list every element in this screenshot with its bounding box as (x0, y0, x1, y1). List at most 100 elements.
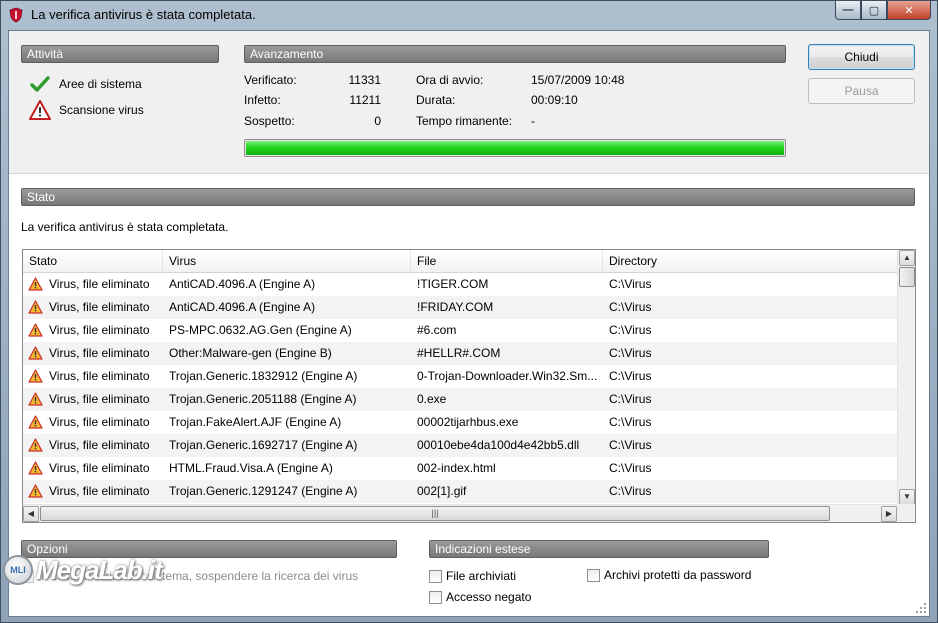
virus-warning-icon (28, 323, 43, 337)
archived-files-option[interactable]: File archiviati (429, 569, 516, 583)
status-cell: Virus, file eliminato (49, 438, 150, 452)
results-table: Stato Virus File Directory Virus, file e… (22, 249, 916, 523)
archived-files-checkbox[interactable] (429, 569, 442, 583)
maximize-icon: ▢ (868, 4, 880, 17)
file-cell: !TIGER.COM (417, 277, 489, 291)
suspect-label: Sospetto: (244, 114, 295, 128)
directory-cell: C:\Virus (609, 392, 652, 406)
scroll-down-arrow-icon[interactable]: ▼ (899, 489, 915, 505)
status-cell: Virus, file eliminato (49, 484, 150, 498)
column-header-status[interactable]: Stato (23, 250, 163, 273)
horizontal-scrollbar[interactable]: ◀ ||| ▶ (23, 504, 897, 522)
table-row[interactable]: Virus, file eliminato AntiCAD.4096.A (Eng… (23, 296, 897, 319)
virus-cell: Trojan.Generic.1692717 (Engine A) (169, 438, 358, 452)
window-title: La verifica antivirus è stata completata… (31, 7, 256, 22)
virus-cell: AntiCAD.4096.A (Engine A) (169, 300, 316, 314)
summary-panel: Attività Aree di sistema Scansione virus… (9, 31, 929, 174)
protected-archives-checkbox[interactable] (587, 568, 600, 582)
table-row[interactable]: Virus, file eliminato Other:Malware-gen (… (23, 342, 897, 365)
file-cell: 002-index.html (417, 461, 496, 475)
file-cell: 002[1].gif (417, 484, 467, 498)
directory-cell: C:\Virus (609, 323, 652, 337)
activity-header: Attività (21, 45, 219, 63)
table-body: Virus, file eliminato AntiCAD.4096.A (Eng… (23, 273, 897, 504)
maximize-button[interactable]: ▢ (861, 1, 887, 20)
horizontal-scroll-thumb[interactable]: ||| (40, 506, 830, 521)
extended-header: Indicazioni estese (429, 540, 769, 558)
virus-warning-icon (28, 415, 43, 429)
duration-value: 00:09:10 (531, 93, 578, 107)
protected-archives-option[interactable]: Archivi protetti da password (587, 568, 751, 582)
status-cell: Virus, file eliminato (49, 277, 150, 291)
task-label: Aree di sistema (59, 77, 142, 91)
directory-cell: C:\Virus (609, 415, 652, 429)
status-cell: Virus, file eliminato (49, 415, 150, 429)
status-cell: Virus, file eliminato (49, 323, 150, 337)
verified-value: 11331 (348, 73, 381, 87)
virus-warning-icon (28, 438, 43, 452)
file-cell: 00010ebe4da100d4e42bb5.dll (417, 438, 580, 452)
access-denied-label: Accesso negato (446, 590, 532, 604)
scroll-up-arrow-icon[interactable]: ▲ (899, 250, 915, 266)
table-row[interactable]: Virus, file eliminato Trojan.Generic.1291… (23, 480, 897, 503)
table-header: Stato Virus File Directory (23, 250, 897, 273)
virus-cell: Trojan.Generic.1291247 (Engine A) (169, 484, 358, 498)
remaining-time-label: Tempo rimanente: (416, 114, 513, 128)
status-cell: Virus, file eliminato (49, 461, 150, 475)
virus-cell: Trojan.FakeAlert.AJF (Engine A) (169, 415, 342, 429)
suspect-value: 0 (374, 114, 381, 128)
task-virus-scan: Scansione virus (29, 100, 144, 120)
directory-cell: C:\Virus (609, 346, 652, 360)
minimize-icon: — (842, 4, 854, 16)
virus-warning-icon (28, 369, 43, 383)
infected-label: Infetto: (244, 93, 281, 107)
virus-warning-icon (28, 461, 43, 475)
table-row[interactable]: Virus, file eliminato Trojan.Generic.1692… (23, 434, 897, 457)
column-header-virus[interactable]: Virus (163, 250, 411, 273)
virus-warning-icon (28, 392, 43, 406)
close-button[interactable]: Chiudi (808, 44, 915, 70)
column-header-directory[interactable]: Directory (603, 250, 897, 273)
task-label: Scansione virus (59, 103, 144, 117)
file-cell: !FRIDAY.COM (417, 300, 494, 314)
scroll-thumb[interactable] (899, 267, 915, 287)
virus-warning-icon (28, 277, 43, 291)
megalab-watermark: MLI MegaLab.it (3, 553, 183, 587)
table-row[interactable]: Virus, file eliminato HTML.Fraud.Visa.A (… (23, 457, 897, 480)
task-system-areas: Aree di sistema (29, 75, 142, 93)
virus-warning-icon (28, 484, 43, 498)
column-header-file[interactable]: File (411, 250, 603, 273)
status-cell: Virus, file eliminato (49, 346, 150, 360)
file-cell: #HELLR#.COM (417, 346, 501, 360)
close-window-button[interactable]: ✕ (887, 1, 931, 20)
directory-cell: C:\Virus (609, 300, 652, 314)
scroll-left-arrow-icon[interactable]: ◀ (23, 506, 39, 522)
access-denied-option[interactable]: Accesso negato (429, 590, 531, 604)
status-cell: Virus, file eliminato (49, 300, 150, 314)
vertical-scrollbar[interactable]: ▲ ▼ (897, 250, 915, 505)
status-cell: Virus, file eliminato (49, 392, 150, 406)
table-row[interactable]: Virus, file eliminato PS-MPC.0632.AG.Gen … (23, 319, 897, 342)
scan-window: La verifica antivirus è stata completata… (0, 0, 938, 623)
resize-grip-icon[interactable] (915, 602, 927, 614)
directory-cell: C:\Virus (609, 438, 652, 452)
virus-cell: AntiCAD.4096.A (Engine A) (169, 277, 316, 291)
duration-label: Durata: (416, 93, 456, 107)
file-cell: 0-Trojan-Downloader.Win32.Sm... (417, 369, 598, 383)
start-time-value: 15/07/2009 10:48 (531, 73, 625, 87)
table-row[interactable]: Virus, file eliminato Trojan.Generic.1832… (23, 365, 897, 388)
table-row[interactable]: Virus, file eliminato Trojan.FakeAlert.AJ… (23, 411, 897, 434)
table-row[interactable]: Virus, file eliminato AntiCAD.4096.A (Eng… (23, 273, 897, 296)
pause-button[interactable]: Pausa (808, 78, 915, 104)
minimize-button[interactable]: — (835, 1, 861, 20)
infected-value: 11211 (349, 93, 381, 107)
scroll-right-arrow-icon[interactable]: ▶ (881, 506, 897, 522)
access-denied-checkbox[interactable] (429, 590, 442, 604)
archived-files-label: File archiviati (446, 569, 517, 583)
table-row[interactable]: Virus, file eliminato Trojan.Generic.2051… (23, 388, 897, 411)
scroll-corner (897, 504, 915, 522)
title-bar[interactable]: La verifica antivirus è stata completata… (1, 1, 937, 29)
progress-header: Avanzamento (244, 45, 786, 63)
directory-cell: C:\Virus (609, 277, 652, 291)
status-cell: Virus, file eliminato (49, 369, 150, 383)
